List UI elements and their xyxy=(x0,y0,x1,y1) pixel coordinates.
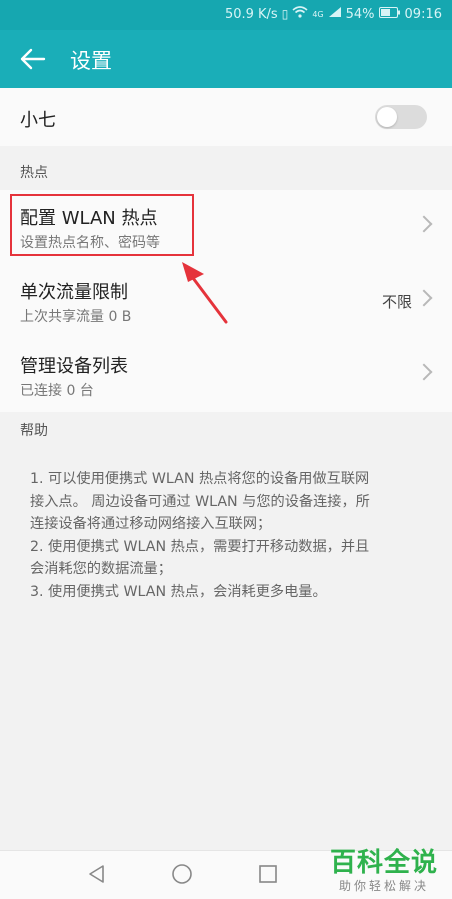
nav-back-icon[interactable] xyxy=(86,863,108,889)
chevron-right-icon xyxy=(415,215,433,233)
watermark-logo: 百科全说 助你轻松解决 xyxy=(330,842,438,894)
section-title-hotspot: 热点 xyxy=(20,165,48,181)
nav-home-icon[interactable] xyxy=(171,863,193,889)
signal-icon xyxy=(328,6,342,22)
toggle-knob xyxy=(377,107,397,127)
item-subtitle: 上次共享流量 0 B xyxy=(20,309,132,325)
section-title-help: 帮助 xyxy=(20,423,48,439)
watermark-title: 百科全说 xyxy=(329,848,438,878)
wifi-icon xyxy=(292,6,308,22)
vibrate-icon: ▯ xyxy=(281,7,289,21)
back-arrow-icon[interactable] xyxy=(18,44,48,74)
help-line: 3. 使用便携式 WLAN 热点，会消耗更多电量。 xyxy=(30,583,327,600)
network-type: 4G xyxy=(312,9,324,19)
help-text: 1. 可以使用便携式 WLAN 热点将您的设备用做互联网 接入点。 周边设备可通… xyxy=(30,468,430,603)
section-header-hotspot: 热点 xyxy=(0,146,452,190)
network-speed: 50.9 K/s xyxy=(224,6,278,22)
help-line: 连接设备将通过移动网络接入互联网； xyxy=(30,516,272,532)
help-line: 1. 可以使用便携式 WLAN 热点将您的设备用做互联网 xyxy=(30,471,370,487)
battery-icon xyxy=(378,6,401,22)
page-title: 设置 xyxy=(70,49,112,73)
app-bar: 设置 xyxy=(0,30,452,88)
chevron-right-icon xyxy=(415,289,433,307)
item-title: 单次流量限制 xyxy=(20,282,128,303)
help-line: 2. 使用便携式 WLAN 热点，需要打开移动数据，并且 xyxy=(30,538,370,555)
watermark-subtitle: 助你轻松解决 xyxy=(338,879,429,893)
annotation-arrow-icon xyxy=(182,262,228,324)
help-line: 接入点。 周边设备可通过 WLAN 与您的设备连接，所 xyxy=(30,493,370,510)
highlight-box xyxy=(10,194,194,256)
status-bar: 50.9 K/s ▯ 4G 54% 09:16 xyxy=(0,0,452,30)
item-title: 管理设备列表 xyxy=(20,356,128,377)
item-value: 不限 xyxy=(381,293,412,311)
help-line: 会消耗您的数据流量； xyxy=(30,561,172,577)
chevron-right-icon xyxy=(415,363,433,381)
hotspot-toggle-switch[interactable] xyxy=(375,105,427,129)
hotspot-toggle-row[interactable]: 小七 xyxy=(0,88,452,146)
item-subtitle: 已连接 0 台 xyxy=(20,383,94,399)
nav-recents-icon[interactable] xyxy=(257,863,279,889)
hotspot-name-label: 小七 xyxy=(20,110,56,131)
section-header-help: 帮助 xyxy=(0,412,452,444)
list-item-manage-devices[interactable]: 管理设备列表 已连接 0 台 xyxy=(0,338,452,413)
battery-level: 54% xyxy=(345,6,375,22)
clock: 09:16 xyxy=(404,6,442,22)
